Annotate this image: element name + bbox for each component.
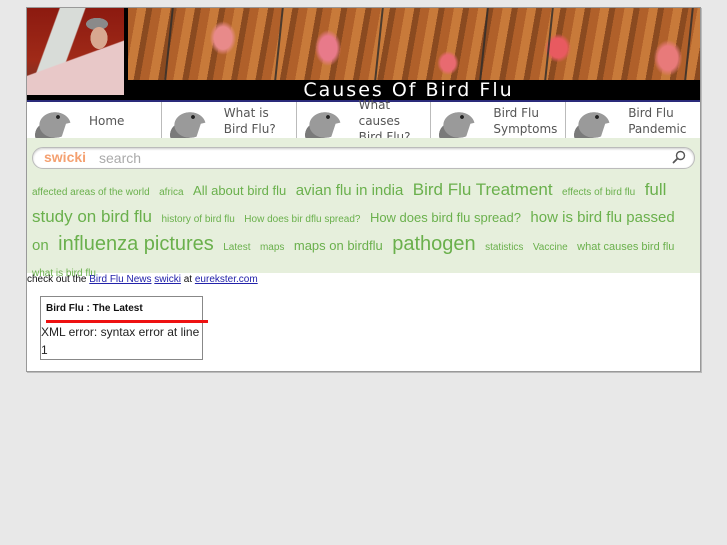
- nav-item-label: What is Bird Flu?: [223, 105, 276, 136]
- nav-item-home[interactable]: Home: [27, 102, 162, 139]
- nav-item-bird-flu-pandemic[interactable]: Bird Flu Pandemic: [566, 102, 700, 139]
- swicki-logo: swicki: [44, 149, 87, 165]
- nav-item-bird-flu-symptoms[interactable]: Bird Flu Symptoms: [431, 102, 567, 139]
- tag-link[interactable]: Bird Flu Treatment: [413, 180, 553, 199]
- tag-link[interactable]: influenza pictures: [58, 233, 214, 255]
- cage-wire: [544, 8, 554, 80]
- header-banner: Causes Of Bird Flu: [27, 8, 700, 100]
- cage-wire: [374, 8, 384, 80]
- tag-link[interactable]: statistics: [485, 242, 523, 253]
- swicki-link[interactable]: swicki: [154, 274, 181, 285]
- nav-item-label: Bird Flu Symptoms: [493, 105, 558, 136]
- feed-box: Bird Flu : The Latest XML error: syntax …: [40, 296, 208, 360]
- cage-wire: [479, 8, 489, 80]
- hen-head-icon: [31, 107, 81, 139]
- tag-link[interactable]: avian flu in india: [296, 182, 404, 199]
- hen-head-icon: [300, 107, 351, 139]
- tag-link[interactable]: Vaccine: [533, 242, 568, 253]
- hen-head-icon: [435, 107, 486, 139]
- tag-link[interactable]: All about bird flu: [193, 183, 286, 198]
- nav-item-label: Bird Flu Pandemic: [628, 105, 687, 136]
- cage-wire: [684, 8, 694, 80]
- nav-item-what-causes-bird-flu[interactable]: What causes Bird Flu?: [297, 97, 432, 144]
- tag-link[interactable]: what causes bird flu: [577, 241, 674, 253]
- tag-link[interactable]: How does bird flu spread?: [370, 210, 521, 225]
- tag-link[interactable]: maps: [260, 242, 284, 253]
- credit-text: at: [180, 274, 195, 285]
- nav-item-label: Home: [89, 113, 125, 128]
- credit-line: check out the Bird Flu News swicki at eu…: [27, 274, 258, 285]
- tag-link[interactable]: How does bir dflu spread?: [244, 214, 360, 225]
- nav-item-what-is-bird-flu[interactable]: What is Bird Flu?: [162, 102, 297, 139]
- feed-error-message: XML error: syntax error at line 1: [41, 325, 200, 357]
- hen-head-icon: [165, 107, 216, 139]
- chickens-photo: [128, 8, 700, 80]
- tag-link[interactable]: affected areas of the world: [32, 187, 150, 198]
- nav-item-label: What causes Bird Flu?: [358, 97, 411, 144]
- cage-wire: [274, 8, 284, 80]
- bird-flu-news-link[interactable]: Bird Flu News: [89, 274, 151, 285]
- cage-wire: [164, 8, 174, 80]
- eurekster-link[interactable]: eurekster.com: [195, 274, 258, 285]
- search-box: swicki: [32, 147, 695, 169]
- main-nav: Home What is Bird Flu? What causes Bird …: [27, 97, 700, 144]
- tag-link[interactable]: maps on birdflu: [294, 238, 383, 253]
- tag-link[interactable]: Latest: [223, 242, 250, 253]
- tag-link[interactable]: pathogen: [392, 233, 475, 255]
- hen-head-icon: [570, 107, 621, 139]
- swicki-widget: swicki affected areas of the world afric…: [27, 138, 700, 279]
- tag-link[interactable]: africa: [159, 187, 183, 198]
- tag-cloud: affected areas of the world africa All a…: [32, 178, 697, 286]
- tag-link[interactable]: effects of bird flu: [562, 187, 635, 198]
- page-container: Causes Of Bird Flu Home What is Bird Flu…: [26, 7, 701, 372]
- magnifier-icon[interactable]: [672, 150, 686, 164]
- credit-text: check out the: [27, 274, 90, 285]
- tag-link[interactable]: history of bird flu: [161, 214, 234, 225]
- search-input[interactable]: [99, 149, 659, 167]
- feed-title: Bird Flu : The Latest: [46, 303, 143, 314]
